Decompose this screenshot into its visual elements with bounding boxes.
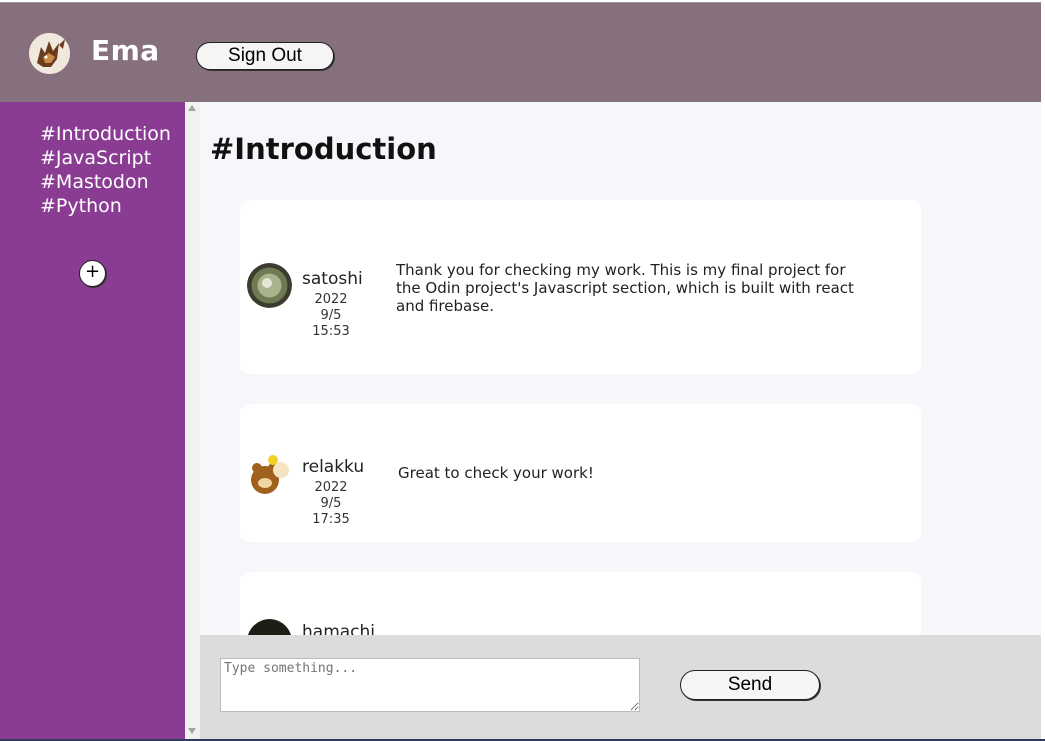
message-timestamp: 2022 9/5 15:53	[302, 292, 360, 340]
scroll-down-arrow-icon[interactable]	[188, 728, 196, 734]
message-timestamp: 2022 9/5 17:35	[302, 480, 360, 528]
app-header: Ema Sign Out	[0, 2, 1041, 102]
current-username: Ema	[91, 34, 160, 67]
scrollbar[interactable]	[185, 102, 200, 739]
channel-item-javascript[interactable]: #JavaScript	[40, 146, 171, 170]
channel-sidebar: #Introduction #JavaScript #Mastodon #Pyt…	[0, 102, 185, 741]
message-panel: #Introduction satoshi 2022 9/5 15:53 Tha…	[200, 102, 1041, 635]
message-composer: Send	[200, 635, 1041, 739]
user-avatar[interactable]	[29, 33, 70, 74]
message-date: 2022 9/5	[314, 292, 348, 323]
message-input[interactable]	[220, 658, 640, 712]
message-card: satoshi 2022 9/5 15:53 Thank you for che…	[240, 200, 921, 374]
message-time: 17:35	[312, 512, 350, 527]
author-avatar	[247, 452, 292, 497]
message-card: hamachi	[240, 572, 921, 635]
channel-item-mastodon[interactable]: #Mastodon	[40, 170, 171, 194]
add-channel-button[interactable]: +	[79, 260, 106, 287]
sign-out-button[interactable]: Sign Out	[196, 42, 334, 70]
channel-title: #Introduction	[210, 132, 437, 166]
send-button[interactable]: Send	[680, 670, 820, 700]
message-text: Thank you for checking my work. This is …	[396, 261, 854, 315]
channel-item-introduction[interactable]: #Introduction	[40, 122, 171, 146]
message-date: 2022 9/5	[314, 480, 348, 511]
author-avatar	[247, 263, 292, 308]
message-time: 15:53	[312, 324, 350, 339]
scroll-up-arrow-icon[interactable]	[188, 105, 196, 111]
author-avatar	[247, 619, 292, 635]
message-author: satoshi	[302, 269, 363, 289]
message-author: relakku	[302, 457, 365, 477]
message-text: Great to check your work!	[398, 464, 594, 482]
channel-item-python[interactable]: #Python	[40, 194, 171, 218]
message-card: relakku 2022 9/5 17:35 Great to check yo…	[240, 404, 921, 542]
message-author: hamachi	[302, 622, 376, 635]
channel-list: #Introduction #JavaScript #Mastodon #Pyt…	[40, 122, 171, 218]
